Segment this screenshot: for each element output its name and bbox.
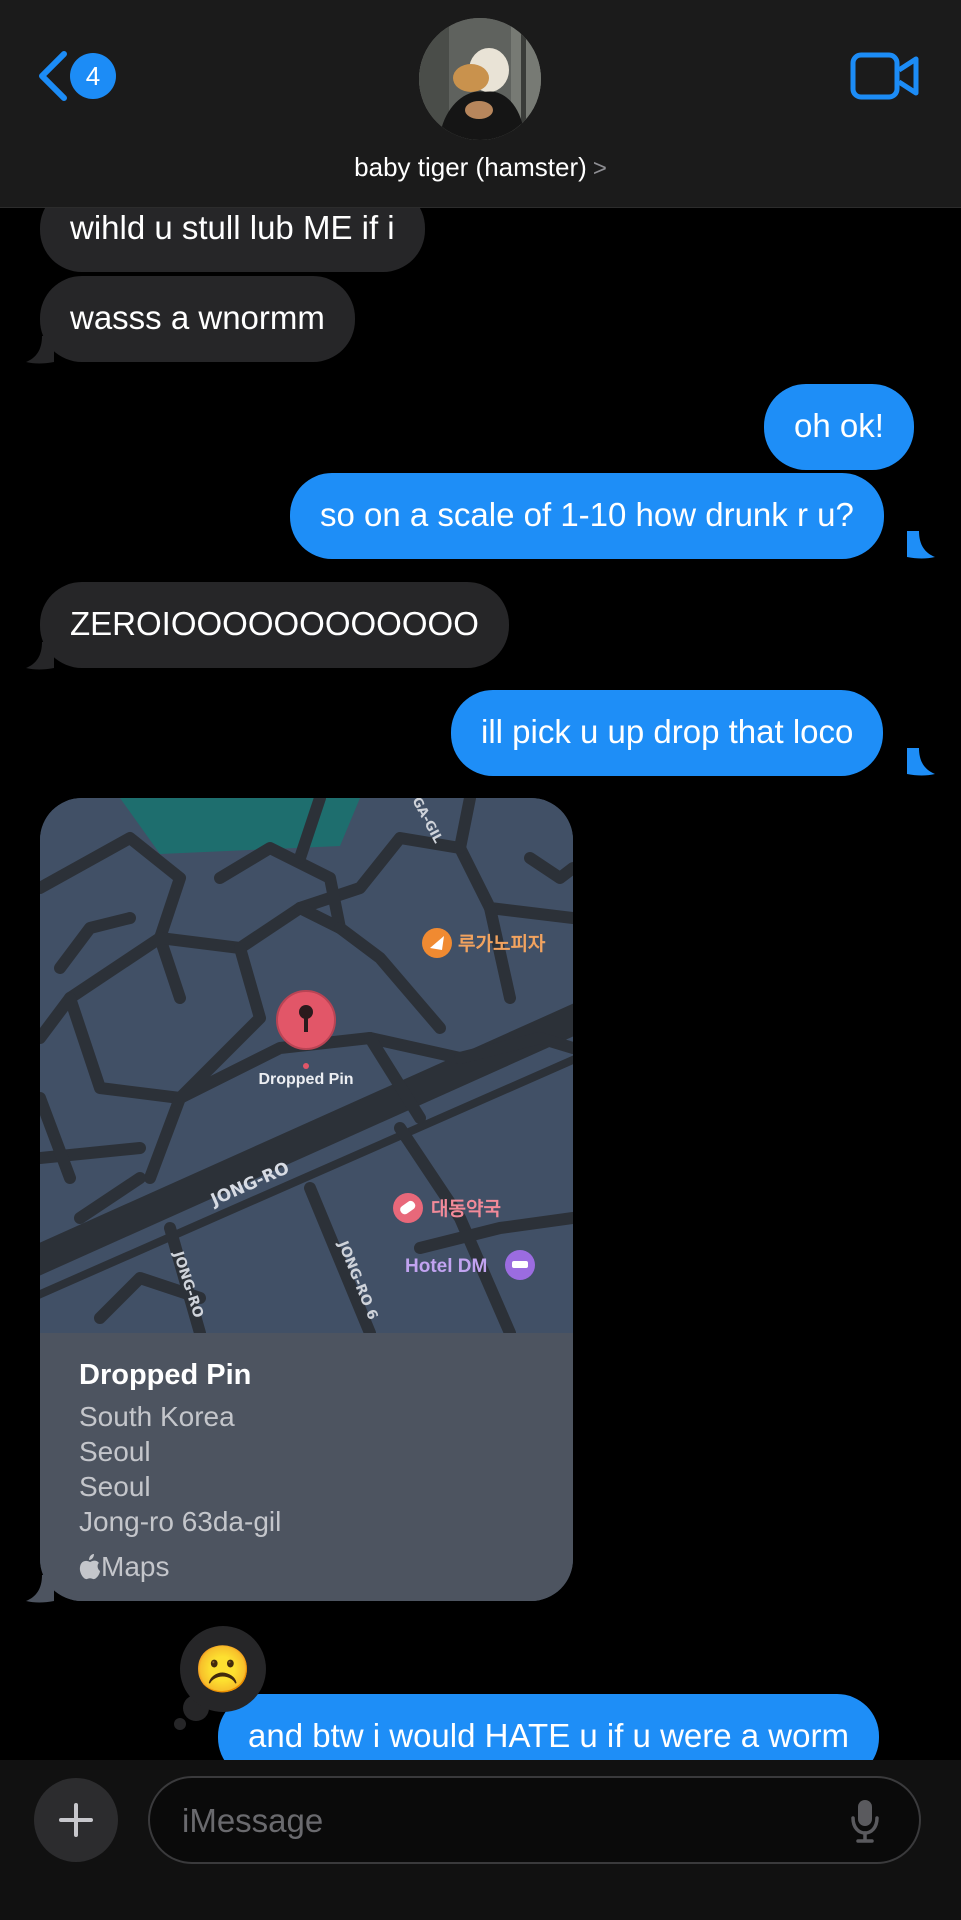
apps-plus-button[interactable] [34,1778,118,1862]
location-title: Dropped Pin [79,1359,252,1391]
outgoing-message[interactable]: so on a scale of 1-10 how drunk r u? [290,473,884,559]
message-text: so on a scale of 1-10 how drunk r u? [320,496,854,533]
maps-brand-label: Maps [101,1551,170,1582]
place-label: 대동약국 [431,1198,501,1220]
map-preview: JONG-RO JONG-RO JONG-RO 6 GA-GIL 루가노피자 대… [40,798,573,1333]
video-camera-icon [850,52,919,100]
frown-emoji-icon: ☹️ [194,1642,252,1695]
bubble-tail [26,1575,54,1603]
location-line: Jong-ro 63da-gil [79,1506,282,1537]
message-input-container[interactable] [148,1776,921,1864]
outgoing-message[interactable]: oh ok! [764,384,914,470]
incoming-message[interactable]: ZEROIOOOOOOOOOOOO [40,582,509,668]
chevron-right-icon: > [592,155,607,182]
bubble-tail [907,748,935,776]
chevron-left-icon [39,51,67,101]
contact-name[interactable]: baby tiger (hamster) > [0,152,961,183]
maps-brand: Maps [79,1551,169,1583]
unread-count-badge: 4 [70,53,116,99]
map-pin-icon [303,1063,309,1069]
message-text: ill pick u up drop that loco [481,713,854,750]
incoming-message[interactable]: wasss a wnormm [40,276,355,362]
microphone-icon [851,1800,879,1843]
message-text: wasss a wnormm [70,299,325,336]
location-line: Seoul [79,1471,151,1502]
back-button[interactable]: 4 [36,50,116,102]
location-line: Seoul [79,1436,151,1467]
contact-name-label: baby tiger (hamster) [354,152,587,182]
reaction-tail [174,1718,186,1730]
bubble-tail [907,531,935,559]
plus-icon [59,1803,93,1837]
message-text: and btw i would HATE u if u were a worm [248,1717,849,1754]
outgoing-message[interactable]: ill pick u up drop that loco [451,690,884,776]
message-text: oh ok! [794,407,884,444]
conversation-header: 4 baby tiger (hamster) > [0,0,961,208]
location-card[interactable]: JONG-RO JONG-RO JONG-RO 6 GA-GIL 루가노피자 대… [40,798,573,1601]
location-line: South Korea [79,1401,235,1432]
bubble-tail [26,336,54,364]
avatar[interactable] [419,18,541,140]
place-label: 루가노피자 [458,933,546,955]
pin-label: Dropped Pin [258,1071,353,1088]
bubble-tail [26,642,54,670]
message-text: wihld u stull lub ME if i [70,209,395,246]
dictation-button[interactable] [850,1798,880,1849]
message-input[interactable] [180,1778,824,1864]
bed-icon [512,1261,528,1268]
message-text: ZEROIOOOOOOOOOOOO [70,605,479,642]
location-details: Dropped Pin South Korea Seoul Seoul Jong… [40,1333,573,1601]
place-label: Hotel DM [405,1256,487,1277]
reaction-badge[interactable]: ☹️ [180,1626,266,1712]
apple-logo-icon [79,1554,100,1580]
video-call-button[interactable] [850,52,920,105]
